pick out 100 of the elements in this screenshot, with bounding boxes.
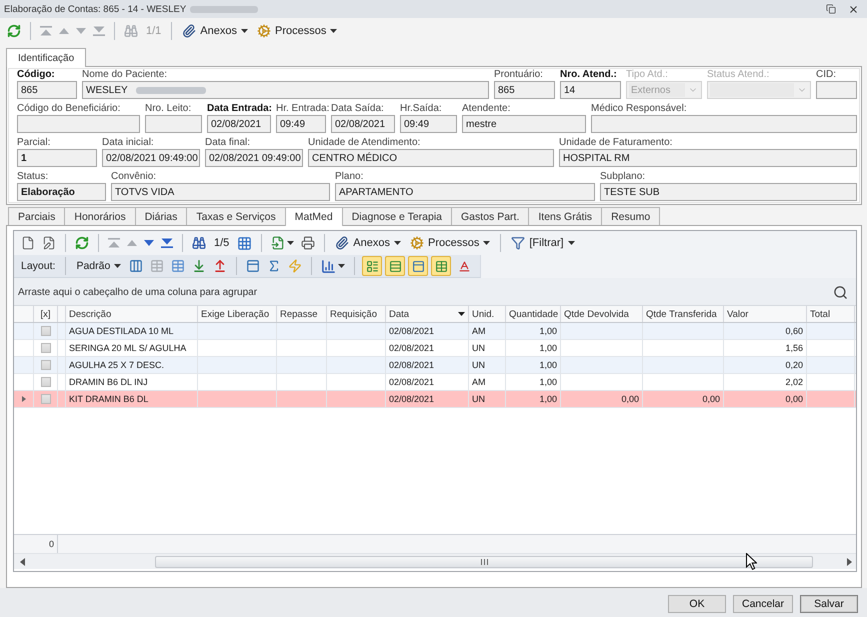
caret-icon[interactable] bbox=[394, 241, 401, 245]
caret-icon[interactable] bbox=[330, 29, 338, 33]
tab[interactable]: Identificação bbox=[6, 48, 86, 67]
table-row[interactable]: AGULHA 25 X 7 DESC. 02/08/2021 UN 1,00 0,20 bbox=[14, 357, 856, 374]
grid-icon[interactable] bbox=[237, 236, 252, 250]
columns-icon[interactable] bbox=[129, 259, 144, 273]
horizontal-scrollbar[interactable] bbox=[14, 553, 856, 569]
column-header[interactable]: Exige Liberação bbox=[198, 306, 277, 322]
tab[interactable]: MatMed bbox=[284, 207, 343, 226]
record-counter: 1/5 bbox=[213, 237, 230, 249]
table-row[interactable]: SERINGA 20 ML S/ AGULHA 02/08/2021 UN 1,00 1,56 bbox=[14, 340, 856, 357]
input-field[interactable] bbox=[17, 115, 140, 133]
view-toggle[interactable] bbox=[408, 256, 428, 276]
column-header[interactable]: Quantidade bbox=[506, 306, 561, 322]
input-field[interactable]: 14 bbox=[560, 81, 621, 99]
input-field[interactable]: 09:49 bbox=[276, 115, 326, 133]
caret-icon[interactable] bbox=[338, 264, 346, 268]
table-icon[interactable] bbox=[171, 259, 186, 273]
input-field[interactable]: 02/08/2021 09:49:00 bbox=[102, 149, 200, 167]
input-field[interactable]: TOTVS VIDA bbox=[111, 183, 330, 201]
caret-icon[interactable] bbox=[458, 312, 465, 316]
dropdown-button[interactable]: Anexos bbox=[179, 22, 251, 40]
column-header[interactable]: Descrição bbox=[66, 306, 198, 322]
input-field[interactable]: 865 bbox=[494, 81, 555, 99]
dropdown-button[interactable]: Anexos bbox=[332, 234, 404, 252]
input-field[interactable]: WESLEY bbox=[82, 81, 489, 99]
window-title: Elaboração de Contas: 865 - 14 - WESLEY bbox=[4, 4, 186, 14]
row-checkbox[interactable] bbox=[40, 377, 50, 387]
scroll-right-icon[interactable] bbox=[847, 558, 852, 566]
triangle-down-bar-icon[interactable] bbox=[161, 238, 173, 248]
refresh-icon[interactable] bbox=[7, 24, 21, 38]
page-pencil-icon[interactable] bbox=[42, 236, 56, 250]
input-field[interactable]: TESTE SUB bbox=[600, 183, 857, 201]
tab[interactable]: Parciais bbox=[8, 207, 66, 225]
caret-icon[interactable] bbox=[483, 241, 490, 245]
scroll-left-icon[interactable] bbox=[20, 558, 25, 566]
page-arrow-icon[interactable] bbox=[271, 236, 286, 250]
tab[interactable]: Diagnose e Terapia bbox=[342, 207, 452, 225]
view-toggle[interactable] bbox=[362, 256, 382, 276]
input-field[interactable]: 865 bbox=[17, 81, 77, 99]
input-field[interactable]: 1 bbox=[17, 149, 97, 167]
column-header[interactable]: Qtde Transferida bbox=[643, 306, 724, 322]
caret-icon[interactable] bbox=[568, 241, 575, 245]
column-header[interactable]: Unid. bbox=[469, 306, 506, 322]
input-field[interactable]: Elaboração bbox=[17, 183, 106, 201]
input-field[interactable] bbox=[591, 115, 857, 133]
input-field[interactable]: 02/08/2021 bbox=[331, 115, 395, 133]
arrow-down-to-line-icon[interactable] bbox=[192, 259, 206, 273]
caret-icon[interactable] bbox=[241, 29, 248, 33]
input-field[interactable]: mestre bbox=[462, 115, 586, 133]
close-icon[interactable] bbox=[848, 4, 859, 14]
restore-icon[interactable] bbox=[826, 4, 836, 14]
input-field[interactable]: CENTRO MÉDICO bbox=[308, 149, 554, 167]
blank-page-icon[interactable] bbox=[21, 236, 35, 250]
row-checkbox[interactable] bbox=[40, 343, 50, 353]
row-checkbox[interactable] bbox=[40, 394, 50, 404]
dropdown-button[interactable]: Processos bbox=[407, 234, 494, 252]
row-checkbox[interactable] bbox=[40, 326, 50, 336]
bar-chart-icon[interactable] bbox=[321, 258, 336, 274]
input-field[interactable] bbox=[145, 115, 202, 133]
input-field[interactable]: 02/08/2021 09:49:00 bbox=[205, 149, 303, 167]
binoculars-icon[interactable] bbox=[192, 236, 206, 250]
triangle-down-icon[interactable] bbox=[144, 240, 154, 246]
input-field[interactable]: 09:49 bbox=[400, 115, 457, 133]
scrollbar-thumb[interactable] bbox=[155, 556, 813, 568]
printer-icon[interactable] bbox=[301, 236, 316, 250]
tab[interactable]: Resumo bbox=[601, 207, 660, 225]
column-header[interactable]: Qtde Devolvida bbox=[561, 306, 643, 322]
view-toggle[interactable] bbox=[385, 256, 406, 276]
search-icon[interactable] bbox=[833, 285, 848, 300]
column-header[interactable]: Valor bbox=[724, 306, 807, 322]
input-field[interactable]: 02/08/2021 bbox=[207, 115, 271, 133]
column-header[interactable]: Data bbox=[386, 306, 469, 322]
column-header[interactable]: Total bbox=[807, 306, 855, 322]
panel-icon[interactable] bbox=[246, 259, 260, 273]
caret-icon[interactable] bbox=[287, 241, 294, 245]
input-field[interactable] bbox=[816, 81, 857, 99]
arrow-up-from-line-icon[interactable] bbox=[213, 259, 228, 273]
column-header[interactable]: Requisição bbox=[327, 306, 386, 322]
input-field[interactable]: APARTAMENTO bbox=[335, 183, 595, 201]
input-field[interactable]: HOSPITAL RM bbox=[559, 149, 857, 167]
table-row[interactable]: DRAMIN B6 DL INJ 02/08/2021 AM 1,00 2,02 bbox=[14, 374, 856, 391]
column-header[interactable]: Repasse bbox=[277, 306, 327, 322]
dropdown-button[interactable]: Processos bbox=[254, 22, 340, 40]
table-cell: KIT DRAMIN B6 DL bbox=[69, 394, 148, 404]
table-cell: 02/08/2021 bbox=[389, 394, 434, 404]
row-checkbox[interactable] bbox=[40, 360, 50, 370]
cancel-button[interactable]: Cancelar bbox=[733, 595, 793, 613]
caret-icon[interactable] bbox=[114, 264, 122, 268]
column-header[interactable]: [x] bbox=[34, 306, 58, 322]
ok-button[interactable]: OK bbox=[668, 595, 726, 613]
save-button[interactable]: Salvar bbox=[800, 595, 858, 613]
table-row[interactable]: AGUA DESTILADA 10 ML 02/08/2021 AM 1,00 0,60 bbox=[14, 323, 856, 340]
table-cell: 1,56 bbox=[785, 343, 803, 353]
refresh-icon[interactable] bbox=[75, 236, 89, 250]
tab[interactable]: Taxas e Serviços bbox=[186, 207, 286, 225]
view-toggle[interactable] bbox=[431, 256, 452, 276]
dropdown-button[interactable]: Padrão bbox=[73, 258, 124, 274]
table-row[interactable]: KIT DRAMIN B6 DL 02/08/2021 UN 1,00 0,00 0,00 0,00 bbox=[14, 391, 856, 408]
dropdown-button[interactable]: [Filtrar] bbox=[508, 234, 578, 252]
